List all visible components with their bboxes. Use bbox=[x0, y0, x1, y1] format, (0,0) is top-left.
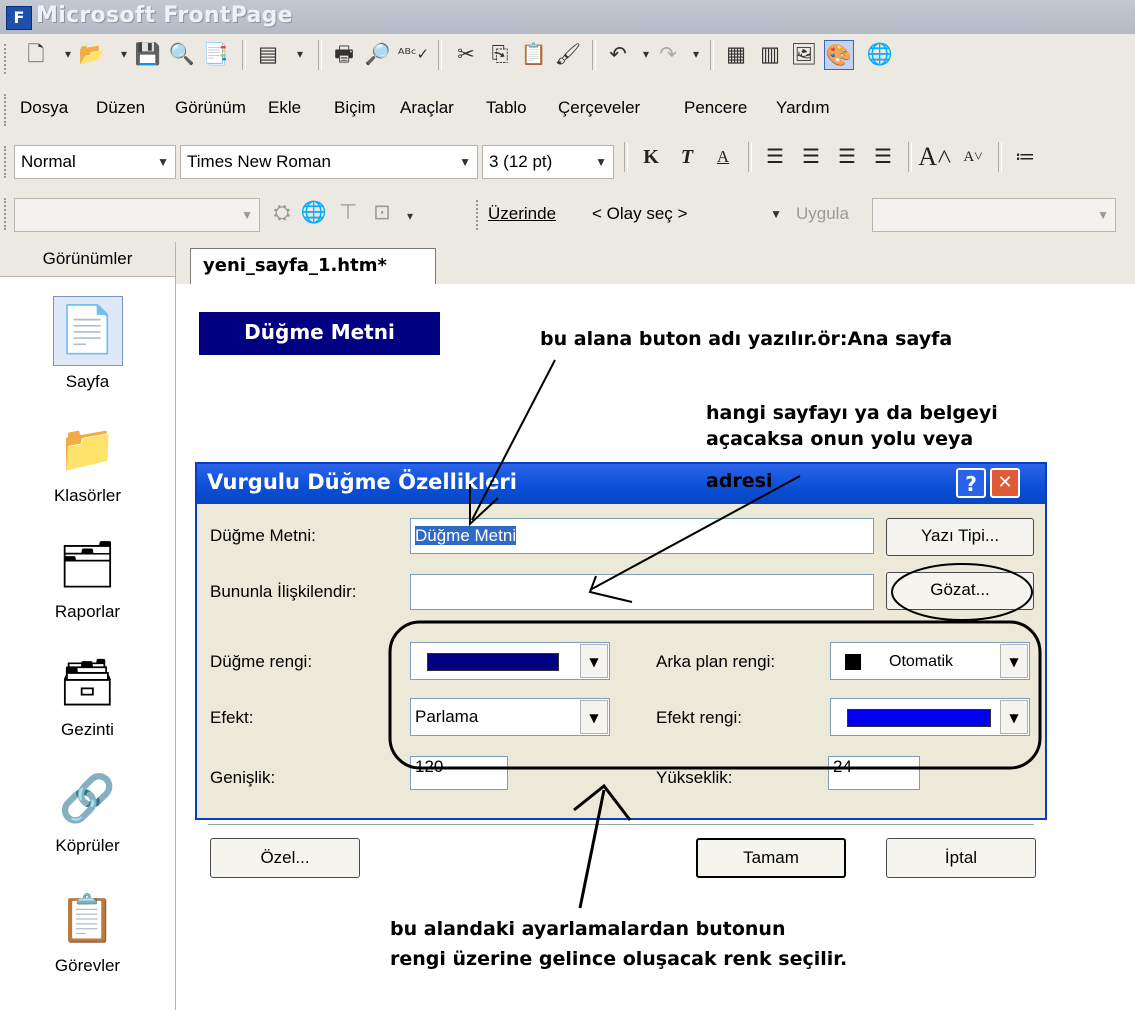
arrow-to-color-area bbox=[578, 789, 606, 909]
arrow-head-1 bbox=[469, 484, 499, 527]
arrow-head-2 bbox=[588, 575, 633, 603]
arrow-to-link-field bbox=[589, 475, 801, 591]
browse-circle bbox=[891, 563, 1033, 621]
arrow-to-text-field bbox=[471, 359, 556, 521]
annotation-strokes bbox=[388, 359, 1042, 909]
color-area-outline bbox=[388, 620, 1042, 770]
